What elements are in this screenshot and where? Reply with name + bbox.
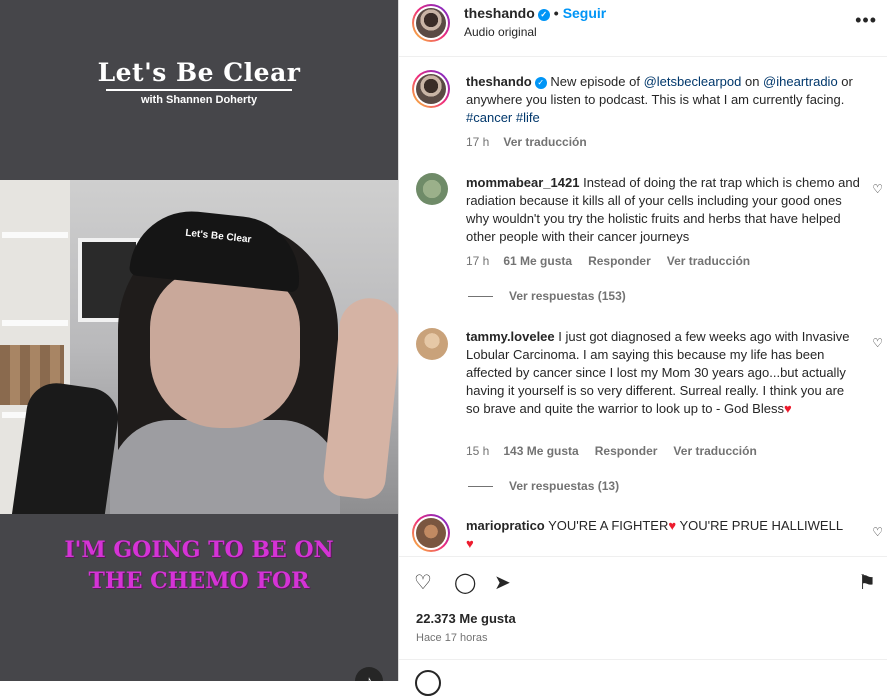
header-username[interactable]: theshando bbox=[464, 5, 535, 21]
view-replies-button[interactable]: Ver respuestas (13) bbox=[468, 479, 619, 493]
comment-username[interactable]: mariopratico bbox=[466, 518, 545, 533]
heart-emoji-icon: ♥ bbox=[783, 401, 792, 416]
replies-line bbox=[468, 296, 493, 298]
mention-letsbeclearpod[interactable]: @letsbeclearpod bbox=[644, 74, 742, 89]
like-comment-heart-icon[interactable]: ♡ bbox=[872, 336, 883, 350]
instagram-post-view: Let's Be Clear with Shannen Doherty Let'… bbox=[0, 0, 887, 696]
shelf-board bbox=[2, 232, 68, 238]
like-comment-heart-icon[interactable]: ♡ bbox=[872, 525, 883, 539]
comment-body: YOU'RE PRUE HALLIWELL bbox=[676, 518, 844, 533]
post-details-panel: theshando ✓ • Seguir Audio original ••• the… bbox=[398, 0, 887, 696]
brand-underline bbox=[106, 89, 292, 91]
post-meta: 17 h Ver traducción bbox=[466, 135, 587, 149]
video-frame[interactable]: Let's Be Clear bbox=[0, 180, 398, 514]
follow-button[interactable]: Seguir bbox=[563, 5, 607, 21]
mention-iheartradio[interactable]: @iheartradio bbox=[763, 74, 838, 89]
cap-text: Let's Be Clear bbox=[184, 227, 252, 246]
comment-box-divider bbox=[399, 659, 887, 660]
save-bookmark-icon[interactable]: ⚑ bbox=[858, 570, 876, 595]
comment-text: mariopratico YOU'RE A FIGHTER♥ YOU'RE PR… bbox=[466, 517, 861, 553]
reply-button[interactable]: Responder bbox=[588, 254, 651, 268]
hashtag-life[interactable]: #life bbox=[516, 110, 540, 125]
caption-text: on bbox=[741, 74, 764, 89]
caption-line-2: THE CHEMO FOR bbox=[88, 568, 310, 594]
translate-link[interactable]: Ver traducción bbox=[673, 444, 756, 458]
header-divider bbox=[399, 56, 887, 57]
post-author-avatar[interactable] bbox=[412, 70, 450, 108]
comment-username[interactable]: tammy.lovelee bbox=[466, 329, 555, 344]
comment-time[interactable]: 17 h bbox=[466, 254, 489, 268]
like-comment-heart-icon[interactable]: ♡ bbox=[872, 182, 883, 196]
share-send-icon[interactable]: ➤ bbox=[494, 570, 511, 595]
view-replies-label: Ver respuestas (153) bbox=[509, 289, 626, 303]
author-avatar[interactable] bbox=[412, 4, 450, 42]
avatar-image bbox=[416, 74, 446, 104]
emoji-picker-icon[interactable] bbox=[415, 670, 441, 696]
video-player[interactable]: Let's Be Clear with Shannen Doherty Let'… bbox=[0, 0, 398, 681]
person-face bbox=[150, 268, 300, 428]
header-user-row: theshando ✓ • Seguir bbox=[464, 5, 606, 21]
like-heart-icon[interactable]: ♡ bbox=[414, 570, 432, 595]
post-like-count[interactable]: 22.373 Me gusta bbox=[416, 611, 516, 626]
actions-divider bbox=[399, 556, 887, 557]
view-replies-label: Ver respuestas (13) bbox=[509, 479, 620, 493]
heart-emoji-icon: ♥ bbox=[466, 536, 474, 551]
brand-subtitle: with Shannen Doherty bbox=[140, 94, 258, 106]
podcast-brand: Let's Be Clear with Shannen Doherty bbox=[0, 58, 398, 106]
shelf-board bbox=[2, 320, 68, 326]
replies-line bbox=[468, 486, 493, 488]
comment-text: mommabear_1421 Instead of doing the rat … bbox=[466, 174, 861, 246]
brand-title: Let's Be Clear bbox=[97, 58, 301, 87]
audio-label[interactable]: Audio original bbox=[464, 25, 537, 39]
comment-time[interactable]: 15 h bbox=[466, 444, 489, 458]
comment-likes[interactable]: 61 Me gusta bbox=[503, 254, 572, 268]
post-caption: theshando ✓ New episode of @letsbeclearpo… bbox=[466, 73, 871, 127]
post-username[interactable]: theshando bbox=[466, 74, 532, 89]
heart-emoji-icon: ♥ bbox=[668, 518, 677, 533]
commenter-avatar[interactable] bbox=[416, 328, 448, 360]
comment-text: tammy.lovelee I just got diagnosed a few… bbox=[466, 328, 861, 418]
hashtag-cancer[interactable]: #cancer bbox=[466, 110, 512, 125]
post-actions: ♡ ◯ ➤ ⚑ bbox=[414, 570, 876, 594]
post-time[interactable]: 17 h bbox=[466, 135, 489, 149]
comment-username[interactable]: mommabear_1421 bbox=[466, 175, 579, 190]
comment-likes[interactable]: 143 Me gusta bbox=[503, 444, 578, 458]
caption-line-1: I'M GOING TO BE ON bbox=[64, 537, 334, 563]
verified-badge-icon: ✓ bbox=[537, 9, 550, 21]
verified-badge-icon: ✓ bbox=[534, 77, 547, 89]
header-separator: • bbox=[553, 5, 559, 21]
comment-meta: 17 h 61 Me gusta Responder Ver traducción bbox=[466, 254, 750, 268]
speaker-icon[interactable]: ♪ bbox=[355, 667, 383, 681]
video-caption: I'M GOING TO BE ON THE CHEMO FOR bbox=[0, 535, 398, 597]
translate-link[interactable]: Ver traducción bbox=[667, 254, 750, 268]
caption-text: New episode of bbox=[550, 74, 644, 89]
commenter-avatar[interactable] bbox=[416, 173, 448, 205]
comment-body: YOU'RE A FIGHTER bbox=[548, 518, 669, 533]
reply-button[interactable]: Responder bbox=[595, 444, 658, 458]
view-replies-button[interactable]: Ver respuestas (153) bbox=[468, 289, 626, 303]
more-options-icon[interactable]: ••• bbox=[855, 10, 877, 31]
person-shirt bbox=[110, 420, 340, 514]
comment-bubble-icon[interactable]: ◯ bbox=[454, 570, 476, 595]
commenter-avatar[interactable] bbox=[412, 514, 450, 552]
avatar-image bbox=[416, 8, 446, 38]
avatar-image bbox=[416, 518, 446, 548]
translate-link[interactable]: Ver traducción bbox=[503, 135, 586, 149]
comment-meta: 15 h 143 Me gusta Responder Ver traducción bbox=[466, 444, 757, 458]
post-date[interactable]: Hace 17 horas bbox=[416, 632, 488, 644]
